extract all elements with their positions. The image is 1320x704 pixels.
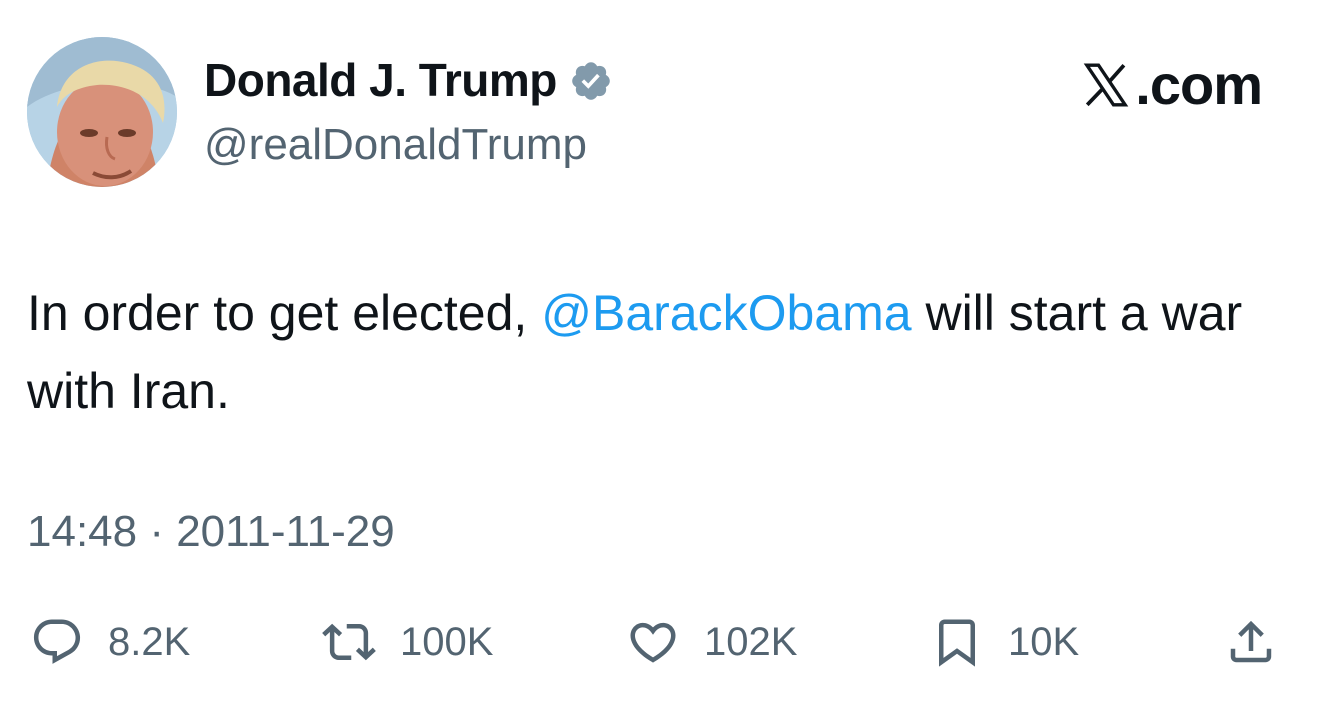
retweet-icon (322, 623, 376, 661)
avatar[interactable] (27, 37, 177, 187)
like-button[interactable]: 102K (626, 610, 797, 674)
brand-watermark: .com (1079, 52, 1263, 118)
reply-icon (33, 619, 81, 664)
bookmark-count: 10K (1008, 619, 1080, 664)
bookmark-button[interactable]: 10K (930, 610, 1079, 674)
tweet-text-before: In order to get elected, (27, 285, 542, 341)
reply-button[interactable]: 8.2K (30, 610, 190, 674)
author-handle[interactable]: @realDonaldTrump (204, 118, 587, 172)
author-name-row: Donald J. Trump (204, 52, 613, 108)
heart-icon (630, 622, 676, 663)
brand-text: .com (1135, 53, 1263, 116)
retweet-button[interactable]: 100K (322, 610, 493, 674)
x-logo-icon (1083, 63, 1129, 107)
tweet-timestamp[interactable]: 14:48 · 2011-11-29 (27, 505, 395, 559)
action-bar: 8.2K 100K 102K 10K (30, 610, 1290, 674)
tweet-text: In order to get elected, @BarackObama wi… (27, 274, 1287, 430)
share-icon (1230, 620, 1272, 663)
reply-count: 8.2K (108, 619, 191, 664)
bookmark-icon (939, 619, 975, 667)
like-count: 102K (704, 619, 798, 664)
author-display-name[interactable]: Donald J. Trump (204, 52, 557, 108)
verified-badge-icon (572, 62, 610, 100)
avatar-image (27, 37, 177, 187)
retweet-count: 100K (400, 619, 494, 664)
mention-link[interactable]: @BarackObama (541, 285, 911, 341)
share-button[interactable] (1224, 610, 1278, 674)
